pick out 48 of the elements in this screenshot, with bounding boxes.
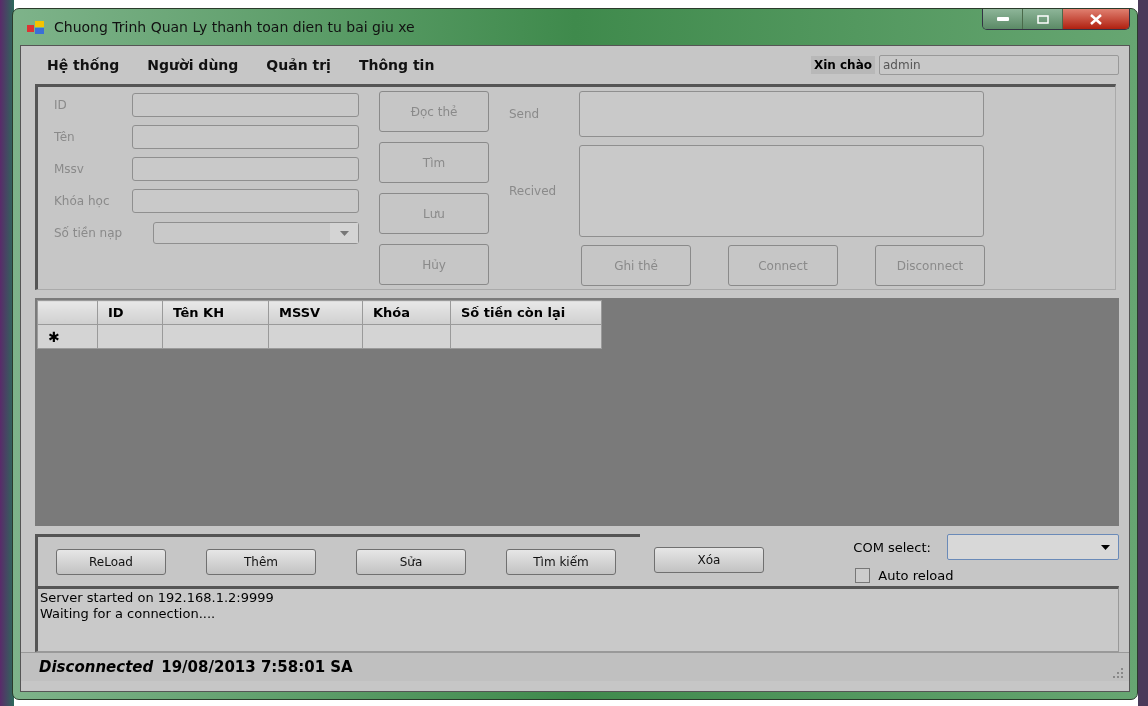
- log-line: Server started on 192.168.1.2:9999: [40, 590, 275, 606]
- checkbox[interactable]: [855, 568, 871, 583]
- table-cell[interactable]: [362, 324, 451, 349]
- menu-item[interactable]: Quản trị: [266, 57, 331, 73]
- connection-status: Disconnected: [39, 658, 154, 676]
- delete-button[interactable]: Xóa: [654, 547, 764, 573]
- com-select-dropdown[interactable]: [947, 534, 1119, 560]
- field-label: Tên: [54, 130, 75, 144]
- close-button[interactable]: [1063, 9, 1129, 29]
- maximize-button[interactable]: [1023, 9, 1063, 29]
- resize-grip-icon: [1113, 668, 1123, 678]
- table-cell[interactable]: [450, 324, 602, 349]
- minimize-icon: [996, 17, 1009, 21]
- log-line: Waiting for a connection....: [40, 606, 217, 622]
- maximize-icon: [1036, 14, 1049, 24]
- field-label: Khóa học: [54, 194, 110, 208]
- send-label: Send: [509, 107, 541, 121]
- user-field: admin: [879, 55, 1119, 75]
- caret-icon: [339, 230, 349, 236]
- com-select-label: COM select:: [853, 539, 931, 555]
- close-icon: [1090, 13, 1102, 25]
- column-header[interactable]: Tên KH: [162, 300, 269, 325]
- minimize-button[interactable]: [983, 9, 1023, 29]
- table-cell[interactable]: [162, 324, 269, 349]
- button[interactable]: ReLoad: [56, 549, 166, 575]
- button[interactable]: Sửa: [356, 549, 466, 575]
- column-header[interactable]: ID: [97, 300, 163, 325]
- field-label: ID: [54, 98, 67, 112]
- button[interactable]: Tìm kiếm: [506, 549, 616, 575]
- auto-reload-label: Auto reload: [878, 568, 954, 583]
- caret-icon: [1101, 544, 1110, 550]
- status-datetime: 19/08/2013 7:58:01 SA: [161, 658, 353, 676]
- menu-item[interactable]: Người dùng: [147, 57, 239, 73]
- row-header-corner: [37, 300, 98, 325]
- column-header[interactable]: MSSV: [268, 300, 363, 325]
- column-header[interactable]: Số tiền còn lại: [450, 300, 602, 325]
- menu-item[interactable]: Thông tin: [358, 57, 435, 73]
- greeting-label: Xin chào: [810, 56, 875, 74]
- app-icon: [26, 19, 46, 35]
- received-label: Recived: [509, 184, 558, 198]
- table-cell[interactable]: [268, 324, 363, 349]
- row-header: ✱: [37, 324, 98, 349]
- field-label: Số tiền nạp: [54, 226, 123, 240]
- field-label: Mssv: [54, 162, 84, 176]
- column-header[interactable]: Khóa: [362, 300, 451, 325]
- button[interactable]: Thêm: [206, 549, 316, 575]
- menu-item[interactable]: Hệ thống: [47, 57, 120, 73]
- window-title: Chuong Trinh Quan Ly thanh toan dien tu bai giu xe: [54, 19, 415, 35]
